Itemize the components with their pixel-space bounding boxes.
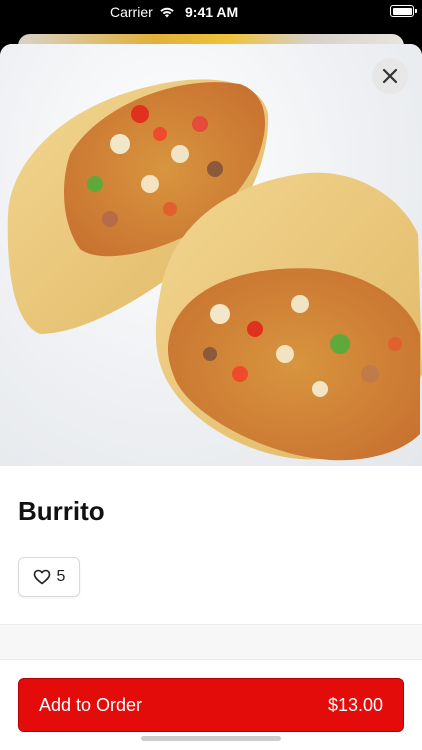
battery-icon [390, 5, 417, 17]
add-to-order-button[interactable]: Add to Order $13.00 [18, 678, 404, 732]
close-button[interactable] [372, 58, 408, 94]
status-time: 9:41 AM [185, 4, 239, 20]
burrito-illustration [7, 79, 422, 461]
screen: Carrier 9:41 AM Burrito 5 Add to Order $… [0, 0, 422, 750]
carrier: Carrier [110, 4, 175, 20]
close-icon [382, 68, 398, 84]
carrier-label: Carrier [110, 4, 153, 20]
item-detail-sheet: Burrito 5 Add to Order $13.00 [0, 44, 422, 750]
section-divider [0, 624, 422, 660]
burrito-photo [0, 44, 422, 466]
add-to-order-label: Add to Order [39, 694, 143, 715]
price-label: $13.00 [327, 694, 383, 715]
status-bar: Carrier 9:41 AM [0, 0, 422, 26]
wifi-icon [160, 7, 174, 18]
heart-icon [33, 569, 50, 585]
like-count: 5 [56, 568, 66, 585]
like-button[interactable]: 5 [18, 557, 80, 597]
home-indicator [141, 736, 281, 741]
item-title: Burrito [18, 496, 105, 526]
